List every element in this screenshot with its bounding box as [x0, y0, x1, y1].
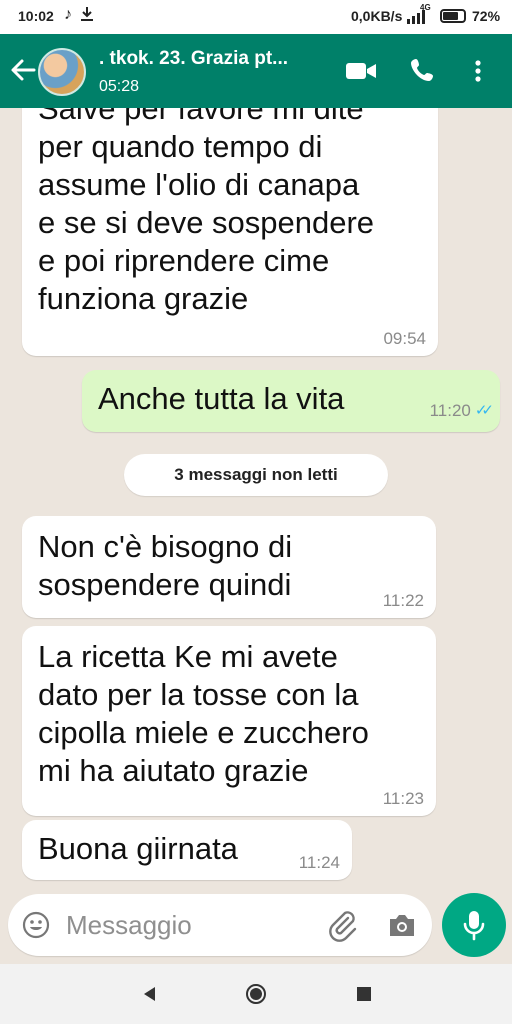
system-nav-bar [0, 964, 512, 1024]
message-line: e se si deve sospendere [38, 205, 375, 240]
mic-button[interactable] [442, 893, 506, 957]
message-line: cipolla miele e zucchero [38, 715, 369, 750]
message-line: dato per la tosse con la [38, 677, 359, 712]
camera-icon[interactable] [386, 910, 418, 940]
download-icon [80, 6, 94, 27]
message-bubble-incoming[interactable]: Non c'è bisogno di sospendere quindi 11:… [22, 516, 436, 618]
message-bubble-incoming[interactable]: Salve per favore mi dite per quando temp… [22, 108, 438, 356]
read-ticks-icon: ✓✓ [474, 402, 494, 419]
back-triangle-icon[interactable] [138, 982, 162, 1006]
message-line: La ricetta Ke mi avete [38, 639, 338, 674]
video-call-icon[interactable] [344, 56, 378, 86]
chat-header: . tkok. 23. Grazia pt... 05:28 [0, 34, 512, 108]
battery-percent: 72% [472, 8, 501, 24]
recents-square-icon[interactable] [352, 982, 376, 1006]
attach-icon[interactable] [326, 908, 358, 942]
more-vert-icon[interactable] [468, 56, 488, 86]
home-circle-icon[interactable] [244, 982, 268, 1006]
mic-icon [463, 911, 485, 941]
status-time: 10:02 [18, 8, 54, 24]
contact-avatar[interactable] [38, 48, 86, 96]
emoji-icon[interactable] [22, 911, 50, 939]
message-line: mi ha aiutato grazie [38, 753, 309, 788]
message-line: per quando tempo di [38, 129, 323, 164]
message-time: 11:24 [298, 853, 340, 872]
back-arrow-icon[interactable] [8, 52, 38, 88]
message-line: sospendere quindi [38, 567, 292, 602]
message-bubble-outgoing[interactable]: Anche tutta la vita 11:20 ✓✓ [82, 370, 500, 432]
chat-area[interactable]: Salve per favore mi dite per quando temp… [0, 108, 512, 890]
message-line: Anche tutta la vita [98, 381, 345, 416]
message-line: e poi riprendere cime [38, 243, 330, 278]
message-line: funziona grazie [38, 281, 249, 316]
message-time: 11:23 [382, 789, 424, 808]
message-time: 09:54 [383, 329, 426, 348]
message-composer [8, 894, 432, 956]
message-line: assume l'olio di canapa [38, 167, 360, 202]
status-bar: 10:02 ♪ 0,0KB/s 4G 72% [0, 0, 512, 34]
message-input[interactable] [66, 908, 316, 942]
message-bubble-incoming[interactable]: La ricetta Ke mi avete dato per la tosse… [22, 626, 436, 816]
battery-icon [440, 9, 466, 23]
tiktok-icon: ♪ [64, 6, 72, 23]
message-time: 11:20 [429, 401, 471, 420]
message-bubble-incoming[interactable]: Buona giirnata 11:24 [22, 820, 352, 880]
network-speed: 0,0KB/s [351, 8, 403, 24]
phone-icon[interactable] [408, 56, 442, 86]
message-line: Salve per favore mi dite [38, 108, 364, 126]
message-line: Buona giirnata [38, 831, 238, 866]
contact-name[interactable]: . tkok. 23. Grazia pt... [99, 48, 288, 70]
unread-divider: 3 messaggi non letti [124, 454, 388, 496]
message-time: 11:22 [382, 591, 424, 610]
message-line: Non c'è bisogno di [38, 529, 293, 564]
last-seen: 05:28 [99, 78, 140, 95]
signal-icon [407, 8, 425, 24]
